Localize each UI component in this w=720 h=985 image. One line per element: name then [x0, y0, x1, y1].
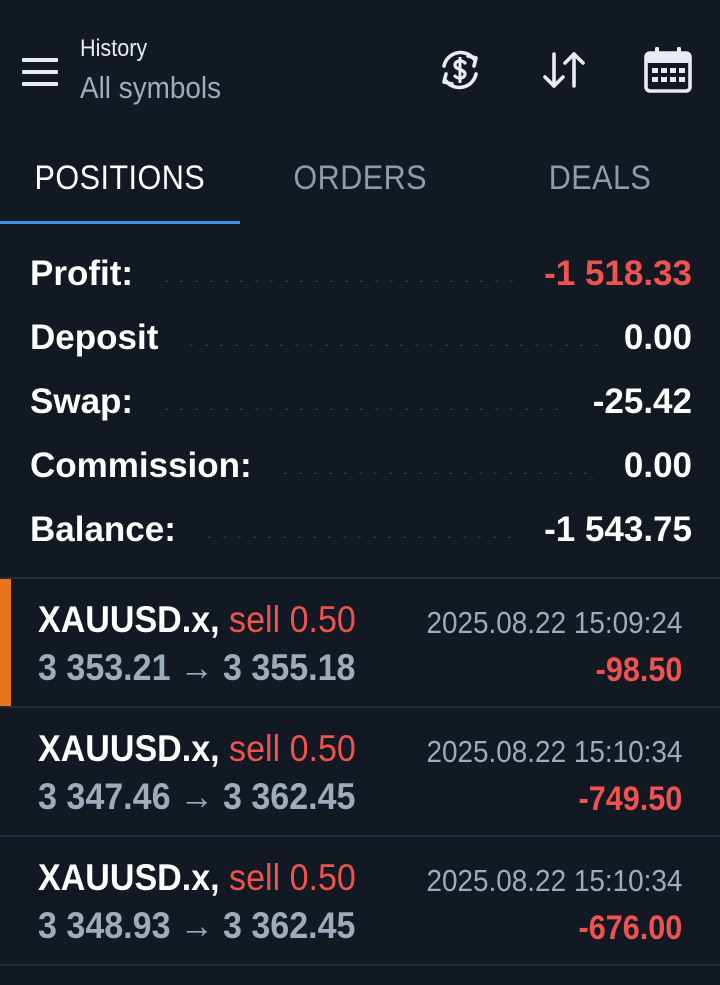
- position-profit: -676.00: [578, 909, 682, 947]
- position-prices: 3 353.21 → 3 355.18: [38, 647, 356, 688]
- profit-value: -1 518.33: [544, 254, 692, 293]
- tab-deals[interactable]: DEALS: [480, 140, 720, 224]
- commission-label: Commission:: [30, 446, 252, 485]
- position-prices: 3 348.93 → 3 362.45: [38, 905, 356, 946]
- page-title: History: [80, 35, 148, 62]
- symbol-filter[interactable]: All symbols: [80, 68, 221, 108]
- app-header: History All symbols: [0, 0, 720, 140]
- swap-label: Swap:: [30, 382, 134, 421]
- position-side: sell 0.50: [229, 857, 356, 898]
- menu-icon[interactable]: [18, 52, 62, 92]
- arrow-right-icon: →: [179, 776, 214, 817]
- position-symbol: XAUUSD.x, sell 0.50: [38, 728, 356, 769]
- active-tab-indicator: [0, 221, 240, 224]
- swap-value: -25.42: [592, 382, 692, 421]
- tab-positions[interactable]: POSITIONS: [0, 140, 240, 224]
- sort-icon[interactable]: [538, 44, 590, 96]
- position-row[interactable]: XAUUSD.x, sell 0.50 2025.08.22 15:10:34 …: [0, 708, 720, 836]
- position-side: sell 0.50: [229, 599, 356, 640]
- balance-label: Balance:: [30, 510, 176, 549]
- selected-row-accent: [0, 579, 11, 707]
- dot-leader: [159, 280, 521, 282]
- position-symbol: XAUUSD.x, sell 0.50: [38, 599, 356, 640]
- dot-leader: [277, 472, 600, 474]
- position-symbol: XAUUSD.x, sell 0.50: [38, 857, 356, 898]
- dot-leader: [159, 408, 569, 410]
- summary-profit: Profit: -1 518.33: [30, 252, 692, 296]
- calendar-icon[interactable]: [642, 44, 694, 96]
- summary-deposit: Deposit 0.00: [30, 316, 692, 360]
- summary-balance: Balance: -1 543.75: [30, 508, 692, 552]
- deposit-value: 0.00: [623, 318, 692, 357]
- balance-value: -1 543.75: [544, 510, 692, 549]
- summary-swap: Swap: -25.42: [30, 380, 692, 424]
- title-block: History All symbols: [80, 34, 237, 108]
- currency-refresh-icon[interactable]: [434, 44, 486, 96]
- commission-value: 0.00: [623, 446, 692, 485]
- summary-commission: Commission: 0.00: [30, 444, 692, 488]
- arrow-right-icon: →: [179, 647, 214, 688]
- position-time: 2025.08.22 15:09:24: [426, 605, 682, 640]
- position-row[interactable]: XAUUSD.x, sell 0.50 2025.08.22 15:09:24 …: [0, 579, 720, 707]
- dot-leader: [184, 344, 600, 346]
- position-profit: -749.50: [578, 780, 682, 818]
- position-time: 2025.08.22 15:10:34: [426, 734, 682, 769]
- deposit-label: Deposit: [30, 318, 159, 357]
- dot-leader: [201, 536, 521, 538]
- tab-bar: POSITIONS ORDERS DEALS: [0, 140, 720, 224]
- position-prices: 3 347.46 → 3 362.45: [38, 776, 356, 817]
- divider: [0, 964, 720, 966]
- position-profit: -98.50: [595, 651, 682, 689]
- tab-orders[interactable]: ORDERS: [240, 140, 480, 224]
- position-row[interactable]: XAUUSD.x, sell 0.50 2025.08.22 15:10:34 …: [0, 837, 720, 965]
- arrow-right-icon: →: [179, 905, 214, 946]
- position-side: sell 0.50: [229, 728, 356, 769]
- profit-label: Profit:: [30, 254, 134, 293]
- position-time: 2025.08.22 15:10:34: [426, 863, 682, 898]
